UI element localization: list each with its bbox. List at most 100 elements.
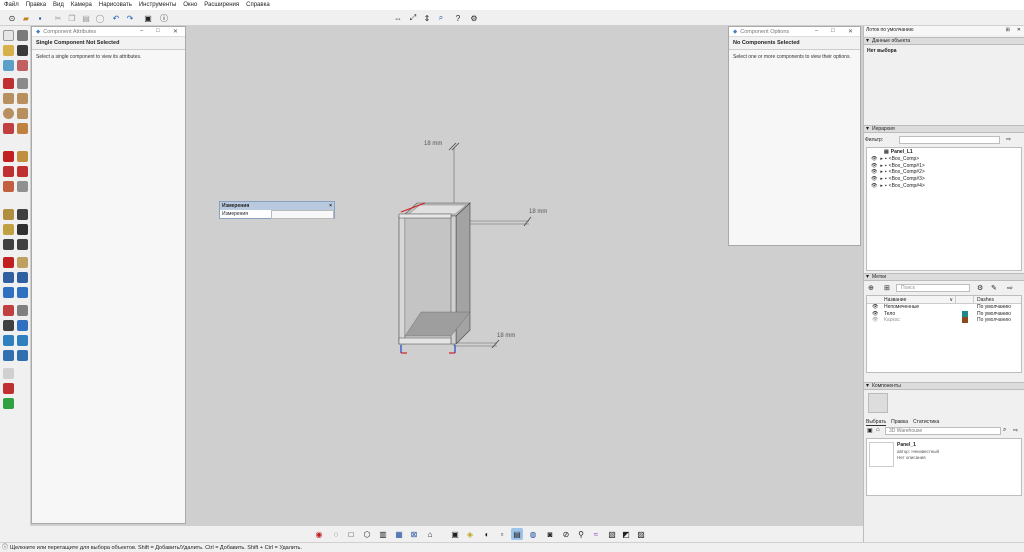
search-icon[interactable]: ⌕ — [1003, 427, 1006, 434]
zoom-extents-icon[interactable]: ⌕ — [435, 12, 447, 24]
walk-icon[interactable] — [3, 320, 14, 331]
orbit-tool-icon[interactable] — [3, 257, 14, 268]
menu-view[interactable]: Вид — [53, 2, 64, 8]
expand-icon[interactable]: ▸ — [880, 176, 883, 182]
hidden-line-icon[interactable]: ⬡ — [361, 528, 373, 540]
add-tag-icon[interactable]: ⊕ — [868, 284, 874, 292]
tags-options-icon[interactable]: ⇨ — [1007, 284, 1013, 292]
polygon-icon[interactable] — [17, 108, 28, 119]
color-by-tag-icon[interactable]: ⚙ — [977, 284, 983, 292]
paint-icon[interactable] — [17, 45, 28, 56]
pie-icon[interactable] — [17, 123, 28, 134]
sandbox-from-scratch-icon[interactable] — [17, 335, 28, 346]
tab-statistics[interactable]: Статистика — [913, 418, 939, 426]
tag-row[interactable]: 👁 Каркас По умолчанию — [867, 317, 1021, 324]
pan-icon[interactable]: ⤢ — [407, 12, 419, 24]
monochrome-icon[interactable]: ⊠ — [408, 528, 420, 540]
hidden-eye-icon[interactable]: 👁 — [867, 317, 884, 324]
sandbox-icon[interactable] — [3, 335, 14, 346]
outliner-options-icon[interactable]: ⇨ — [1006, 136, 1011, 143]
circle-icon[interactable] — [3, 108, 14, 119]
back-view-icon[interactable]: ▫ — [496, 528, 508, 540]
help-icon[interactable]: ? — [452, 12, 464, 24]
outliner-root[interactable]: ▤ Panel_L1 — [867, 149, 1021, 156]
menu-extensions[interactable]: Расширения — [204, 2, 239, 8]
add-detail-icon[interactable] — [3, 383, 14, 394]
axes-icon[interactable] — [3, 239, 14, 250]
visibility-eye-icon[interactable]: 👁 — [871, 183, 877, 189]
shaded-textures-icon[interactable]: ▦ — [393, 528, 405, 540]
dash-icon[interactable]: ✎ — [991, 284, 997, 292]
tag-dashes[interactable]: По умолчанию — [974, 317, 1021, 324]
model-info-icon[interactable]: ⓘ — [158, 12, 170, 24]
arc-icon[interactable] — [3, 123, 14, 134]
move-icon[interactable] — [3, 151, 14, 162]
paint-bucket-icon[interactable] — [3, 45, 14, 56]
pan-tool-icon[interactable] — [17, 257, 28, 268]
expand-icon[interactable]: ▸ — [880, 156, 883, 162]
tab-edit[interactable]: Правка — [891, 418, 908, 426]
wireframe-icon[interactable]: □ — [345, 528, 357, 540]
menu-edit[interactable]: Правка — [26, 2, 46, 8]
outliner-item[interactable]: 👁 ▸ ▪ <Box_Comp#2> — [867, 169, 1021, 176]
outliner-item[interactable]: 👁 ▸ ▪ <Box_Comp#3> — [867, 176, 1021, 183]
line-tool-icon[interactable] — [3, 78, 14, 89]
menu-draw[interactable]: Нарисовать — [99, 2, 132, 8]
orbit-icon[interactable]: ⇔ — [392, 12, 404, 24]
scale-icon[interactable] — [3, 181, 14, 192]
close-icon[interactable]: ✕ — [848, 28, 853, 35]
tag-color-swatch[interactable] — [962, 317, 968, 323]
entity-info-header[interactable]: Данные объекта — [864, 37, 1024, 45]
erase-icon[interactable]: ◯ — [94, 12, 106, 24]
select-tool-icon[interactable] — [3, 30, 14, 41]
shaded-icon[interactable]: ▥ — [377, 528, 389, 540]
view-options-icon[interactable]: ▣ — [867, 427, 873, 434]
stamp-icon[interactable] — [17, 350, 28, 361]
minimize-icon[interactable]: – — [815, 28, 818, 34]
front-view-icon[interactable]: ◈ — [464, 528, 476, 540]
component-tool-icon[interactable] — [17, 30, 28, 41]
push-pull-icon[interactable] — [17, 151, 28, 162]
tape-measure-icon[interactable] — [3, 209, 14, 220]
bottom-view-icon[interactable]: ◍ — [527, 528, 539, 540]
status-info-icon[interactable]: ⓘ — [2, 543, 8, 552]
rectangle-icon[interactable] — [3, 93, 14, 104]
3d-text-icon[interactable] — [17, 239, 28, 250]
menu-window[interactable]: Окно — [183, 2, 197, 8]
left-view-icon[interactable]: ▤ — [511, 528, 523, 540]
menu-tools[interactable]: Инструменты — [139, 2, 176, 8]
add-folder-icon[interactable]: ⊞ — [884, 284, 890, 292]
outliner-item[interactable]: 👁 ▸ ▪ <Box_Comp#4> — [867, 183, 1021, 190]
section-plane-icon[interactable] — [17, 320, 28, 331]
visibility-eye-icon[interactable]: 👁 — [871, 176, 877, 182]
make-component-icon[interactable] — [3, 60, 14, 71]
dimension-icon[interactable] — [17, 209, 28, 220]
expand-icon[interactable]: ▸ — [880, 183, 883, 189]
visibility-eye-icon[interactable]: 👁 — [871, 163, 877, 169]
measurements-title[interactable]: Измерения × — [220, 202, 334, 210]
section-cut-icon[interactable]: ◙ — [544, 528, 556, 540]
smoove-icon[interactable] — [3, 350, 14, 361]
save-icon[interactable]: ▪ — [34, 12, 46, 24]
zoom-icon[interactable]: ⇕ — [421, 12, 433, 24]
maximize-icon[interactable]: □ — [156, 28, 160, 34]
expand-icon[interactable]: ▸ — [880, 163, 883, 169]
previous-view-icon[interactable] — [17, 287, 28, 298]
styles-icon[interactable]: ▨ — [635, 528, 647, 540]
x-ray-icon[interactable]: ◉ — [313, 528, 325, 540]
menu-file[interactable]: Файл — [4, 2, 19, 8]
navigation-icon[interactable]: ⌂ — [876, 427, 880, 433]
outliner-filter-input[interactable] — [899, 136, 1000, 144]
section-fill-icon[interactable]: ⚲ — [575, 528, 587, 540]
settings-gear-icon[interactable]: ⚙ — [468, 12, 480, 24]
tag-color-swatch[interactable] — [962, 310, 968, 317]
drape-icon[interactable] — [3, 368, 14, 379]
print-icon[interactable]: ▣ — [142, 12, 154, 24]
top-view-icon[interactable]: ▣ — [449, 528, 461, 540]
menu-camera[interactable]: Камера — [71, 2, 92, 8]
text-tool-icon[interactable] — [17, 224, 28, 235]
zoom-extents-tool-icon[interactable] — [3, 287, 14, 298]
component-thumbnail[interactable] — [869, 442, 894, 467]
minimize-icon[interactable]: – — [140, 28, 143, 34]
match-photo-icon[interactable]: ◩ — [620, 528, 632, 540]
